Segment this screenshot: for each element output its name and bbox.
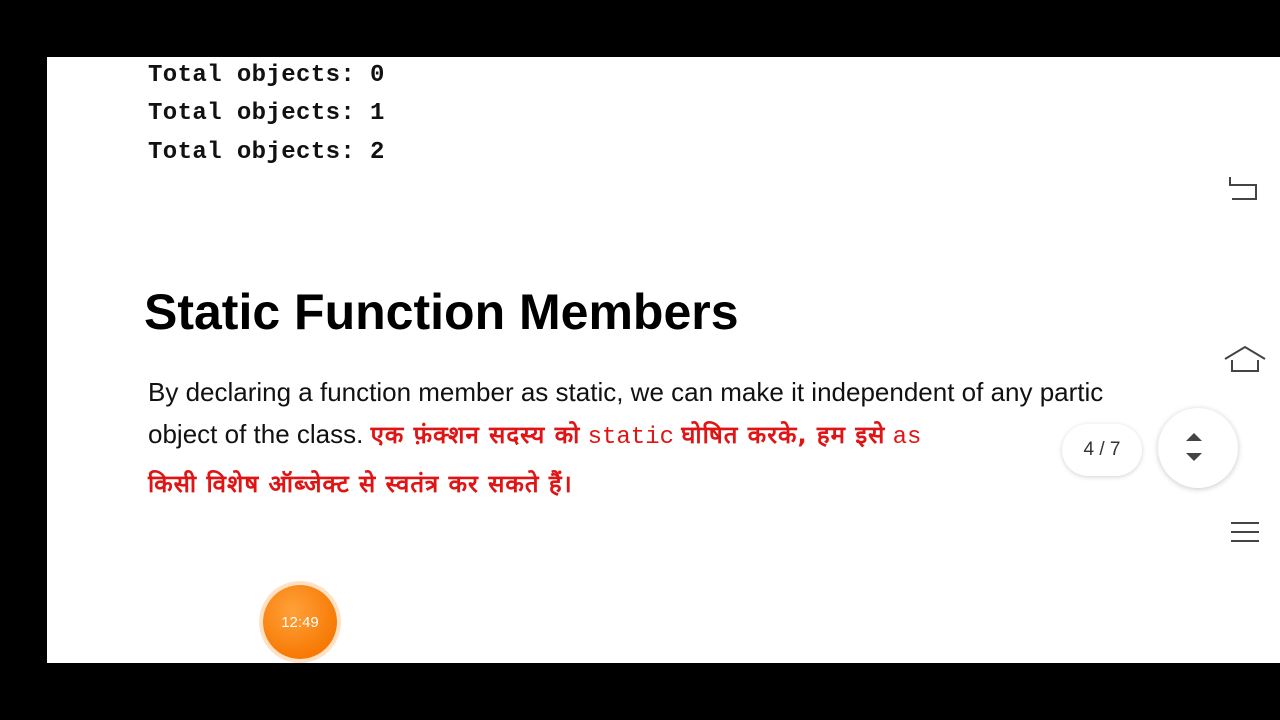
- menu-icon[interactable]: [1230, 520, 1260, 549]
- code-output-line: Total objects: 2: [148, 139, 385, 166]
- paragraph-line-1: By declaring a function member as static…: [148, 377, 1104, 407]
- page-scroll-button[interactable]: [1158, 408, 1238, 488]
- document-page: Total objects: 0 Total objects: 1 Total …: [47, 57, 1209, 663]
- code-output-line: Total objects: 0: [148, 62, 385, 89]
- home-icon[interactable]: [1223, 343, 1267, 380]
- code-keyword: static: [587, 424, 675, 451]
- hindi-text: घोषित करके, हम इसे: [681, 421, 886, 449]
- code-fragment: as: [892, 424, 922, 451]
- timer-badge[interactable]: 12:49: [263, 585, 337, 659]
- back-icon[interactable]: [1226, 173, 1262, 208]
- paragraph-line-3: किसी विशेष ऑब्जेक्ट से स्वतंत्र कर सकते …: [148, 470, 573, 498]
- page-indicator: 4 / 7: [1062, 424, 1142, 476]
- section-heading: Static Function Members: [144, 284, 739, 340]
- up-down-arrows-icon: [1186, 433, 1202, 461]
- hindi-text: एक फ़ंक्शन सदस्य को: [370, 421, 581, 449]
- code-output-line: Total objects: 1: [148, 100, 385, 127]
- paragraph-line-2: object of the class. एक फ़ंक्शन सदस्य को…: [148, 418, 921, 451]
- english-text: object of the class.: [148, 419, 364, 449]
